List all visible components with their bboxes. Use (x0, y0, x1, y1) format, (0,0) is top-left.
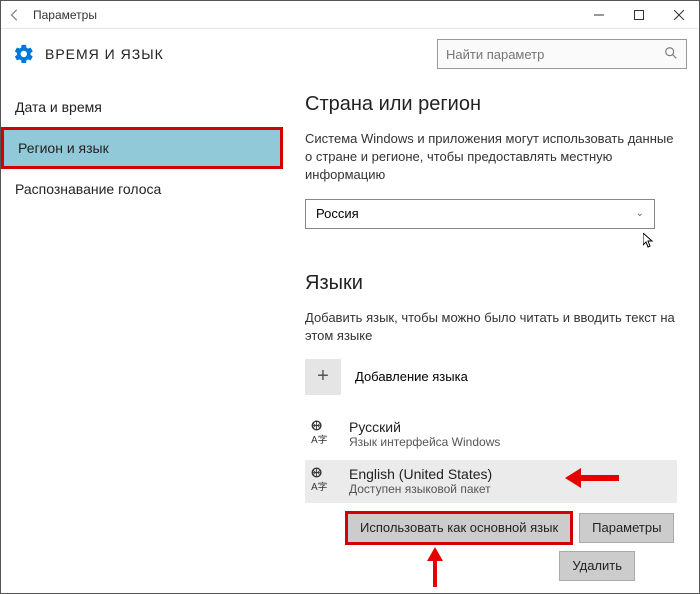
search-input[interactable] (446, 47, 664, 62)
language-subtitle: Доступен языковой пакет (349, 482, 492, 496)
gear-icon (13, 43, 35, 65)
sidebar-item-label: Регион и язык (18, 140, 109, 156)
add-language-button[interactable]: + Добавление языка (305, 359, 677, 395)
language-name: English (United States) (349, 466, 492, 482)
annotation-arrow-icon (565, 468, 625, 488)
title-bar: Параметры (1, 1, 699, 29)
region-section-title: Страна или регион (305, 93, 677, 116)
sidebar-item-speech[interactable]: Распознавание голоса (1, 169, 283, 209)
region-section-desc: Система Windows и приложения могут испол… (305, 130, 677, 185)
languages-section-desc: Добавить язык, чтобы можно было читать и… (305, 309, 677, 345)
region-selected-value: Россия (316, 206, 359, 221)
sidebar-item-label: Распознавание голоса (15, 181, 161, 197)
set-default-language-button[interactable]: Использовать как основной язык (347, 513, 571, 543)
language-name: Русский (349, 419, 500, 435)
chevron-down-icon: ⌄ (636, 208, 644, 219)
region-combobox[interactable]: Россия ⌄ (305, 199, 655, 229)
language-icon: A字 (309, 419, 339, 450)
close-button[interactable] (659, 1, 699, 29)
language-options-button[interactable]: Параметры (579, 513, 674, 543)
window-title: Параметры (29, 8, 97, 22)
sidebar-item-date-time[interactable]: Дата и время (1, 87, 283, 127)
button-label: Использовать как основной язык (360, 520, 558, 535)
maximize-button[interactable] (619, 1, 659, 29)
sidebar-item-label: Дата и время (15, 99, 102, 115)
page-title: ВРЕМЯ И ЯЗЫК (45, 46, 164, 62)
search-box[interactable] (437, 39, 687, 69)
search-icon (664, 46, 678, 63)
sidebar-item-region-language[interactable]: Регион и язык (1, 127, 283, 169)
button-label: Параметры (592, 520, 661, 535)
cursor-icon (643, 233, 699, 252)
settings-window: Параметры ВРЕМЯ И ЯЗЫК Дата и вре (0, 0, 700, 594)
content-pane: Страна или регион Система Windows и прил… (283, 79, 699, 593)
page-header: ВРЕМЯ И ЯЗЫК (1, 29, 699, 79)
language-subtitle: Язык интерфейса Windows (349, 435, 500, 449)
back-button[interactable] (1, 1, 29, 29)
button-label: Удалить (572, 558, 622, 573)
language-item-english-us[interactable]: A字 English (United States) Доступен язык… (305, 460, 677, 503)
languages-section-title: Языки (305, 272, 677, 295)
minimize-button[interactable] (579, 1, 619, 29)
language-icon: A字 (309, 466, 339, 497)
language-item-russian[interactable]: A字 Русский Язык интерфейса Windows (305, 413, 677, 456)
svg-text:A字: A字 (311, 433, 328, 445)
remove-language-button[interactable]: Удалить (559, 551, 635, 581)
svg-text:A字: A字 (311, 480, 328, 492)
plus-icon: + (305, 359, 341, 395)
add-language-label: Добавление языка (355, 369, 468, 384)
sidebar: Дата и время Регион и язык Распознавание… (1, 79, 283, 593)
